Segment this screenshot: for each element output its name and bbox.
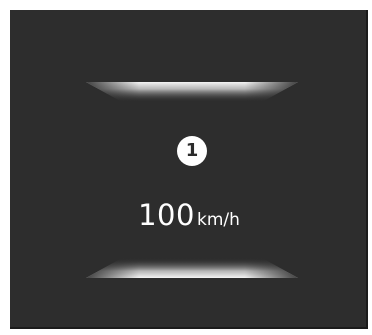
upper-light-bar-icon	[86, 82, 298, 102]
speed-readout: 100 km/h	[10, 198, 368, 232]
hud-display-screen: 1 100 km/h	[10, 10, 368, 329]
callout-number-badge: 1	[177, 136, 207, 166]
speed-value: 100	[138, 198, 195, 232]
speed-unit: km/h	[196, 210, 240, 230]
lower-light-bar-icon	[86, 258, 298, 278]
